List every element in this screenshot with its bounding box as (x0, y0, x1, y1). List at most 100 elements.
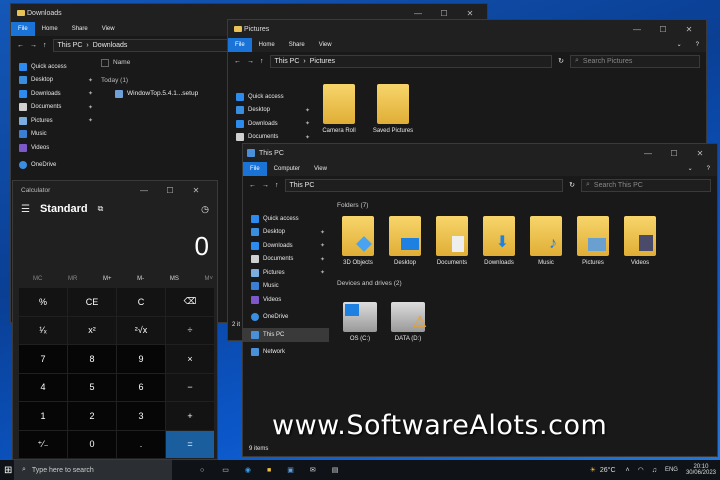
select-all-checkbox[interactable] (101, 59, 109, 67)
forward-icon[interactable]: → (262, 182, 269, 189)
negate-button[interactable]: ⁺⁄₋ (19, 430, 67, 458)
wifi-icon[interactable]: ◠ (638, 466, 644, 474)
nav-music[interactable]: Music (11, 128, 97, 142)
reciprocal-button[interactable]: ¹⁄ₓ (19, 316, 67, 344)
forward-icon[interactable]: → (247, 58, 254, 65)
digit-6-button[interactable]: 6 (117, 373, 165, 401)
hamburger-icon[interactable]: ☰ (21, 204, 30, 215)
digit-9-button[interactable]: 9 (117, 345, 165, 373)
folder-item[interactable]: Camera Roll (314, 84, 364, 134)
tab-home[interactable]: Home (252, 38, 282, 52)
folder-item[interactable]: ♪ Music (521, 216, 571, 266)
digit-2-button[interactable]: 2 (68, 402, 116, 430)
folder-item[interactable]: ⬇ Downloads (474, 216, 524, 266)
divide-button[interactable]: ÷ (166, 316, 214, 344)
minus-button[interactable]: − (166, 373, 214, 401)
nav-documents[interactable]: Documents ✦ (11, 101, 97, 115)
back-icon[interactable]: ← (249, 182, 256, 189)
history-icon[interactable]: ◷ (201, 204, 209, 215)
column-header[interactable]: Name (101, 59, 241, 67)
chevron-up-icon[interactable]: ˄ (626, 467, 630, 474)
memory-recall-button[interactable]: MR (68, 276, 77, 282)
help-icon[interactable]: ? (689, 38, 706, 52)
digit-8-button[interactable]: 8 (68, 345, 116, 373)
maximize-button[interactable]: ☐ (431, 9, 457, 18)
digit-1-button[interactable]: 1 (19, 402, 67, 430)
folder-item[interactable]: Documents (427, 216, 477, 266)
tab-file[interactable]: File (228, 38, 252, 52)
back-icon[interactable]: ← (17, 42, 24, 49)
nav-quick-access[interactable]: Quick access (11, 60, 97, 74)
address-bar[interactable]: This PC › Pictures (269, 54, 553, 68)
task-view-button[interactable]: ▭ (222, 466, 229, 474)
calculator-icon[interactable]: ▤ (332, 466, 339, 474)
breadcrumb-thispc[interactable]: This PC (58, 42, 83, 49)
memory-clear-button[interactable]: MC (33, 276, 42, 282)
drives-header[interactable]: Devices and drives (2) (337, 280, 402, 287)
memory-list-button[interactable]: M˅ (204, 276, 213, 282)
close-button[interactable]: ✕ (457, 9, 483, 18)
folder-item[interactable]: Videos (615, 216, 665, 266)
square-button[interactable]: x² (68, 316, 116, 344)
memory-add-button[interactable]: M+ (103, 276, 112, 282)
nav-thispc[interactable]: This PC (243, 328, 329, 342)
folder-item[interactable]: Saved Pictures (368, 84, 418, 134)
file-explorer-icon[interactable]: ■ (267, 467, 271, 474)
breadcrumb-thispc[interactable]: This PC (275, 58, 300, 65)
multiply-button[interactable]: × (166, 345, 214, 373)
folder-item[interactable]: Pictures (568, 216, 618, 266)
start-icon[interactable]: ⊞ (4, 465, 12, 476)
maximize-button[interactable]: ☐ (157, 186, 183, 195)
nav-documents[interactable]: Documents ✦ (228, 131, 314, 145)
taskbar-search[interactable]: ⌕ Type here to search (14, 460, 172, 480)
sqrt-button[interactable]: ²√x (117, 316, 165, 344)
nav-downloads[interactable]: Downloads ✦ (228, 117, 314, 131)
store-icon[interactable]: ▣ (287, 466, 294, 474)
tab-share[interactable]: Share (282, 38, 312, 52)
search-input[interactable]: ⌕ Search Pictures (570, 54, 700, 68)
nav-downloads[interactable]: Downloads ✦ (11, 87, 97, 101)
tab-file[interactable]: File (11, 22, 35, 36)
group-header[interactable]: Today (1) (101, 77, 241, 84)
digit-4-button[interactable]: 4 (19, 373, 67, 401)
tab-home[interactable]: Home (35, 22, 65, 36)
tab-computer[interactable]: Computer (267, 162, 307, 176)
nav-network[interactable]: Network (243, 346, 329, 360)
help-icon[interactable]: ? (700, 162, 717, 176)
tab-share[interactable]: Share (65, 22, 95, 36)
tab-file[interactable]: File (243, 162, 267, 176)
weather-temp[interactable]: 26°C (600, 467, 616, 474)
maximize-button[interactable]: ☐ (650, 25, 676, 34)
equals-button[interactable]: = (166, 430, 214, 458)
mail-icon[interactable]: ✉ (310, 466, 316, 474)
close-button[interactable]: ✕ (676, 25, 702, 34)
nav-downloads[interactable]: Downloads ✦ (243, 239, 329, 253)
close-button[interactable]: ✕ (183, 186, 209, 195)
up-icon[interactable]: ↑ (260, 58, 264, 65)
percent-button[interactable]: % (19, 288, 67, 316)
tab-view[interactable]: View (95, 22, 122, 36)
weather-icon[interactable]: ☀ (590, 466, 596, 474)
clear-button[interactable]: C (117, 288, 165, 316)
minimize-button[interactable]: — (131, 186, 157, 195)
breadcrumb-thispc[interactable]: This PC (290, 182, 315, 189)
up-icon[interactable]: ↑ (43, 42, 47, 49)
maximize-button[interactable]: ☐ (661, 149, 687, 158)
folder-item[interactable]: Desktop (380, 216, 430, 266)
refresh-icon[interactable]: ↻ (569, 181, 575, 189)
digit-5-button[interactable]: 5 (68, 373, 116, 401)
nav-pictures[interactable]: Pictures ✦ (243, 266, 329, 280)
edge-icon[interactable]: ◉ (245, 466, 251, 474)
folders-header[interactable]: Folders (7) (337, 202, 368, 209)
up-icon[interactable]: ↑ (275, 182, 279, 189)
nav-videos[interactable]: Videos (11, 141, 97, 155)
folder-item[interactable]: 3D Objects (333, 216, 383, 266)
tab-view[interactable]: View (307, 162, 334, 176)
nav-onedrive[interactable]: OneDrive (243, 311, 329, 325)
plus-button[interactable]: + (166, 402, 214, 430)
memory-subtract-button[interactable]: M- (137, 276, 144, 282)
search-input[interactable]: ⌕ Search This PC (581, 178, 711, 192)
backspace-button[interactable]: ⌫ (166, 288, 214, 316)
nav-music[interactable]: Music (243, 280, 329, 294)
memory-store-button[interactable]: MS (170, 276, 179, 282)
